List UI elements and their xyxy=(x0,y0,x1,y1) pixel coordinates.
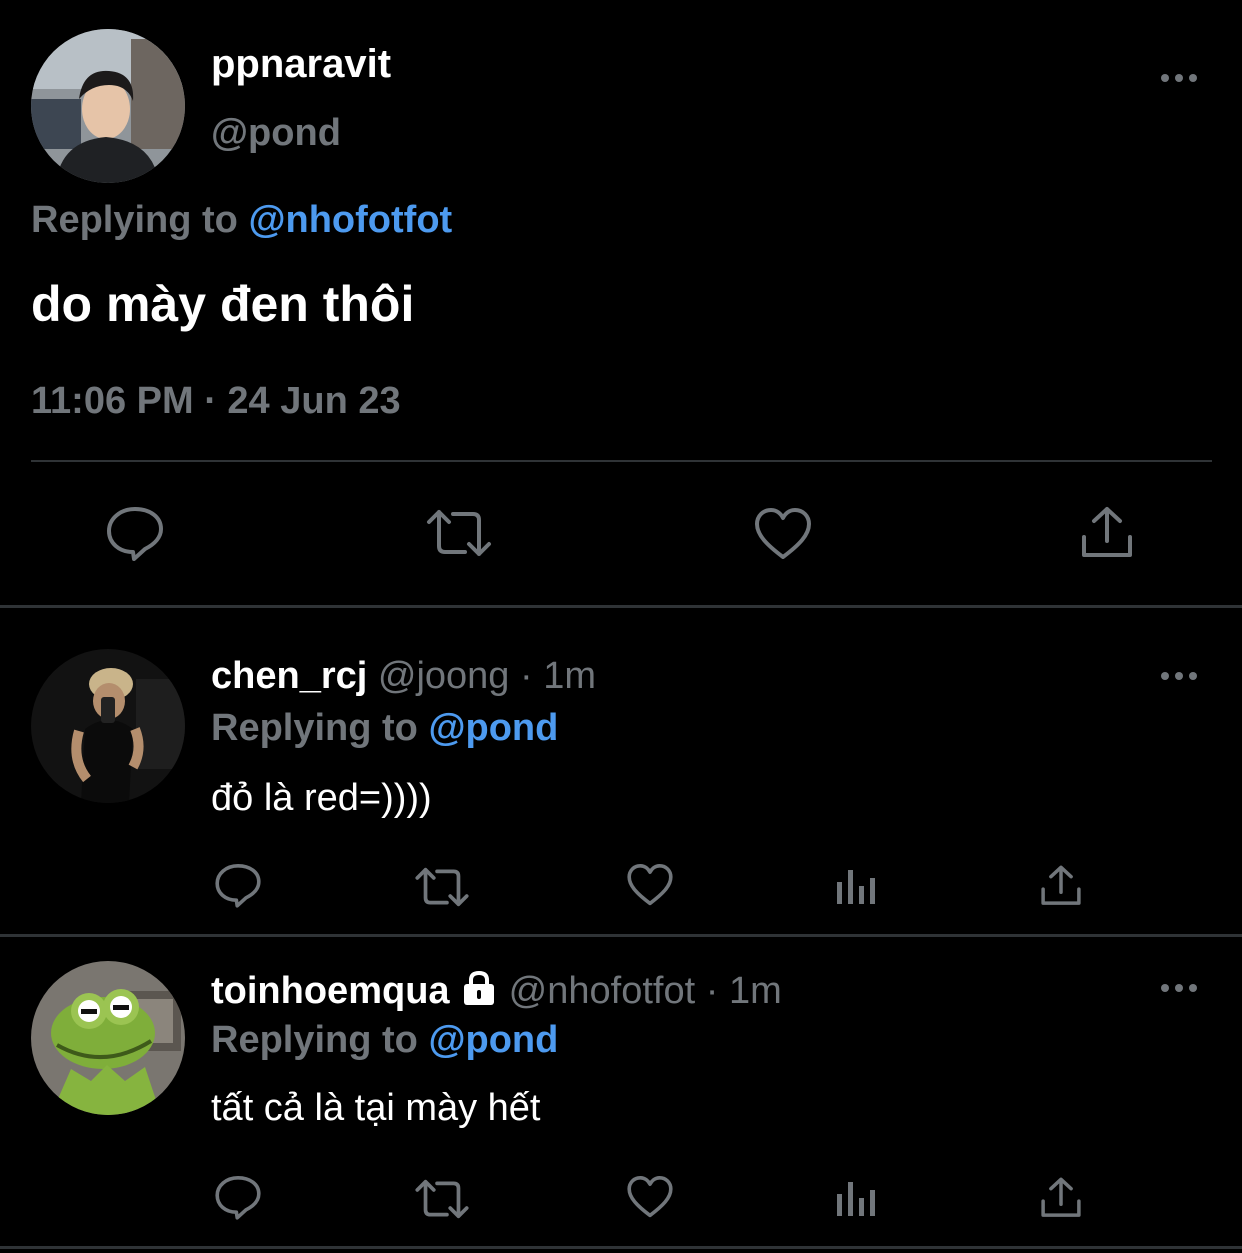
reply-icon[interactable] xyxy=(214,1174,262,1220)
main-replying-to: Replying to @nhofotfot xyxy=(31,196,452,244)
reply-header: chen_rcj @joong · 1m xyxy=(211,652,596,700)
retweet-icon[interactable] xyxy=(425,508,493,558)
more-options-icon[interactable] xyxy=(1159,666,1199,686)
share-icon[interactable] xyxy=(1080,505,1134,561)
more-options-icon[interactable] xyxy=(1159,68,1199,88)
reply-handle[interactable]: @nhofotfot xyxy=(509,970,695,1012)
reply-display-name[interactable]: chen_rcj xyxy=(211,655,367,697)
divider xyxy=(0,1246,1242,1249)
reply-replying-to: Replying to @pond xyxy=(211,1016,558,1064)
main-tweet-timestamp[interactable]: 11:06 PM · 24 Jun 23 xyxy=(31,377,401,425)
retweet-icon[interactable] xyxy=(414,866,470,908)
replying-prefix: Replying to xyxy=(31,199,249,241)
reply-header: toinhoemqua @nhofotfot · 1m xyxy=(211,967,782,1015)
separator-dot: · xyxy=(705,970,719,1012)
replying-prefix: Replying to xyxy=(211,707,429,749)
reply-time[interactable]: 1m xyxy=(729,970,782,1012)
like-icon[interactable] xyxy=(753,507,813,561)
reply-icon[interactable] xyxy=(105,505,165,561)
more-options-icon[interactable] xyxy=(1159,978,1199,998)
main-handle[interactable]: @pond xyxy=(211,109,341,157)
main-display-name[interactable]: ppnaravit xyxy=(211,40,391,88)
separator-dot: · xyxy=(520,655,533,697)
share-icon[interactable] xyxy=(1040,1176,1082,1220)
like-icon[interactable] xyxy=(626,1175,674,1219)
reply-replying-to: Replying to @pond xyxy=(211,704,558,752)
reply-time[interactable]: 1m xyxy=(543,655,596,697)
divider xyxy=(0,605,1242,608)
reply-text: đỏ là red=)))) xyxy=(211,777,432,819)
divider xyxy=(0,934,1242,937)
replying-to-handle-link[interactable]: @pond xyxy=(428,1019,558,1061)
reply-avatar[interactable] xyxy=(31,649,185,803)
main-tweet-text: do mày đen thôi xyxy=(31,276,415,332)
analytics-icon[interactable] xyxy=(835,866,877,906)
replying-to-handle-link[interactable]: @nhofotfot xyxy=(248,199,452,241)
divider xyxy=(31,460,1212,462)
reply-avatar[interactable] xyxy=(31,961,185,1115)
share-icon[interactable] xyxy=(1040,864,1082,908)
lock-icon xyxy=(460,969,498,1007)
replying-to-handle-link[interactable]: @pond xyxy=(428,707,558,749)
reply-display-name[interactable]: toinhoemqua xyxy=(211,970,450,1012)
replying-prefix: Replying to xyxy=(211,1019,429,1061)
retweet-icon[interactable] xyxy=(414,1178,470,1220)
main-avatar[interactable] xyxy=(31,29,185,183)
reply-text: tất cả là tại mày hết xyxy=(211,1087,541,1129)
reply-handle[interactable]: @joong xyxy=(378,655,510,697)
analytics-icon[interactable] xyxy=(835,1178,877,1218)
reply-icon[interactable] xyxy=(214,862,262,908)
like-icon[interactable] xyxy=(626,863,674,907)
